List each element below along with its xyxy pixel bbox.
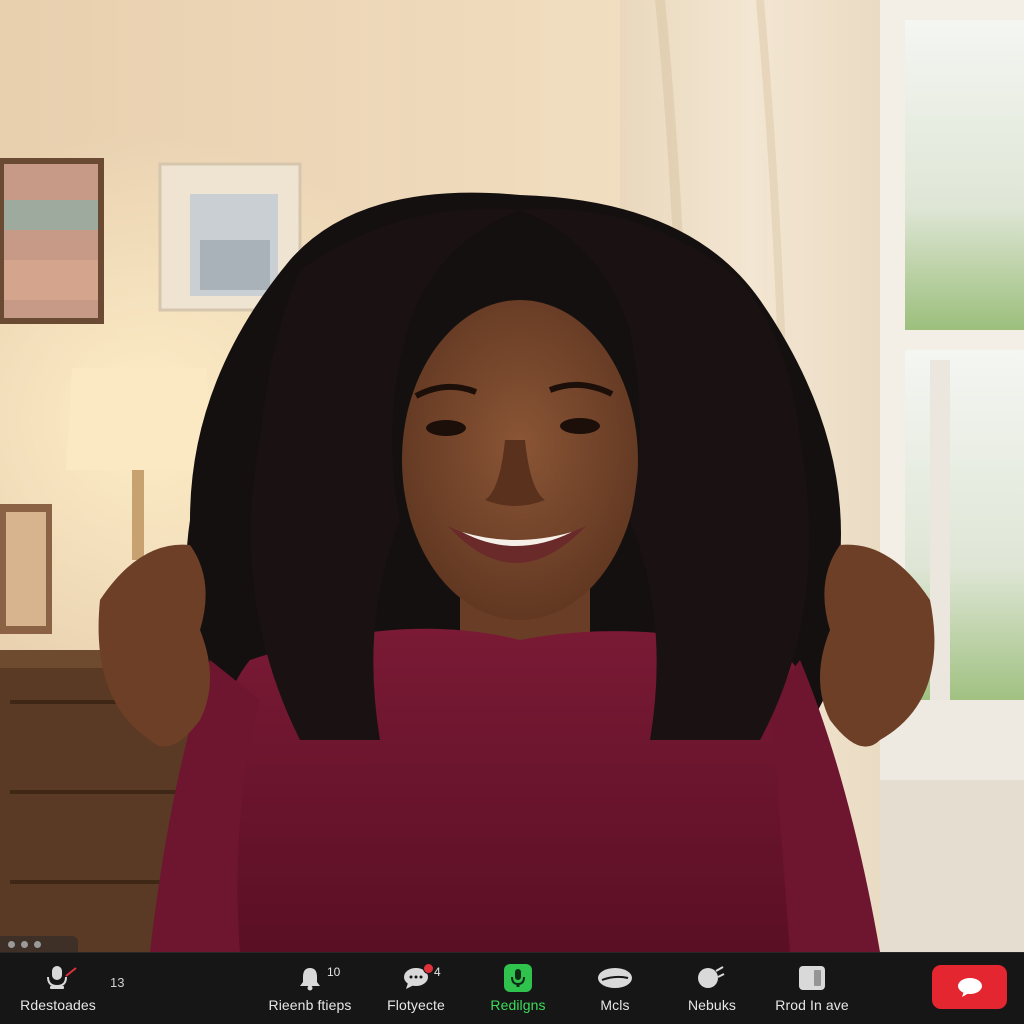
reactions-count: 10 bbox=[327, 965, 341, 979]
indicator-dot bbox=[34, 940, 41, 948]
record-button[interactable]: Redilgns bbox=[478, 953, 558, 1024]
end-call-button[interactable] bbox=[932, 965, 1007, 1009]
room-leave-label: Rrod In ave bbox=[775, 997, 849, 1013]
chat-count: 4 bbox=[434, 965, 441, 979]
mute-button[interactable]: Rdestoades bbox=[10, 953, 106, 1024]
square-icon bbox=[799, 966, 825, 990]
mics-label: Mcls bbox=[600, 997, 630, 1013]
mic-muted-icon bbox=[47, 966, 77, 989]
cloud-icon bbox=[598, 968, 632, 988]
indicator-dot bbox=[21, 940, 28, 948]
nebuks-label: Nebuks bbox=[687, 997, 737, 1013]
chat-button[interactable]: 4 Flotyecte bbox=[374, 953, 458, 1024]
video-call-window: Rdestoades 13 10 Rieenb ftieps 4 Flotyec… bbox=[0, 0, 1024, 1024]
chat-label: Flotyecte bbox=[387, 997, 445, 1013]
participant-video[interactable] bbox=[0, 0, 1024, 952]
search-icon bbox=[698, 966, 725, 988]
bell-icon bbox=[300, 968, 320, 991]
reactions-label: Rieenb ftieps bbox=[268, 997, 352, 1013]
nebuks-button[interactable]: Nebuks bbox=[672, 953, 752, 1024]
indicator-dot bbox=[8, 940, 15, 948]
call-toolbar: Rdestoades 13 10 Rieenb ftieps 4 Flotyec… bbox=[0, 952, 1024, 1024]
video-frame bbox=[0, 0, 1024, 952]
green-mic-icon bbox=[504, 964, 532, 992]
chat-unread-badge bbox=[423, 963, 434, 974]
mute-label: Rdestoades bbox=[20, 997, 96, 1013]
side-count: 13 bbox=[110, 975, 125, 990]
chat-end-icon bbox=[957, 978, 982, 997]
self-view-tab[interactable] bbox=[0, 936, 78, 952]
reactions-button[interactable]: 10 Rieenb ftieps bbox=[262, 953, 358, 1024]
mics-button[interactable]: Mcls bbox=[578, 953, 652, 1024]
record-label: Redilgns bbox=[490, 997, 546, 1013]
room-leave-button[interactable]: Rrod In ave bbox=[770, 953, 854, 1024]
